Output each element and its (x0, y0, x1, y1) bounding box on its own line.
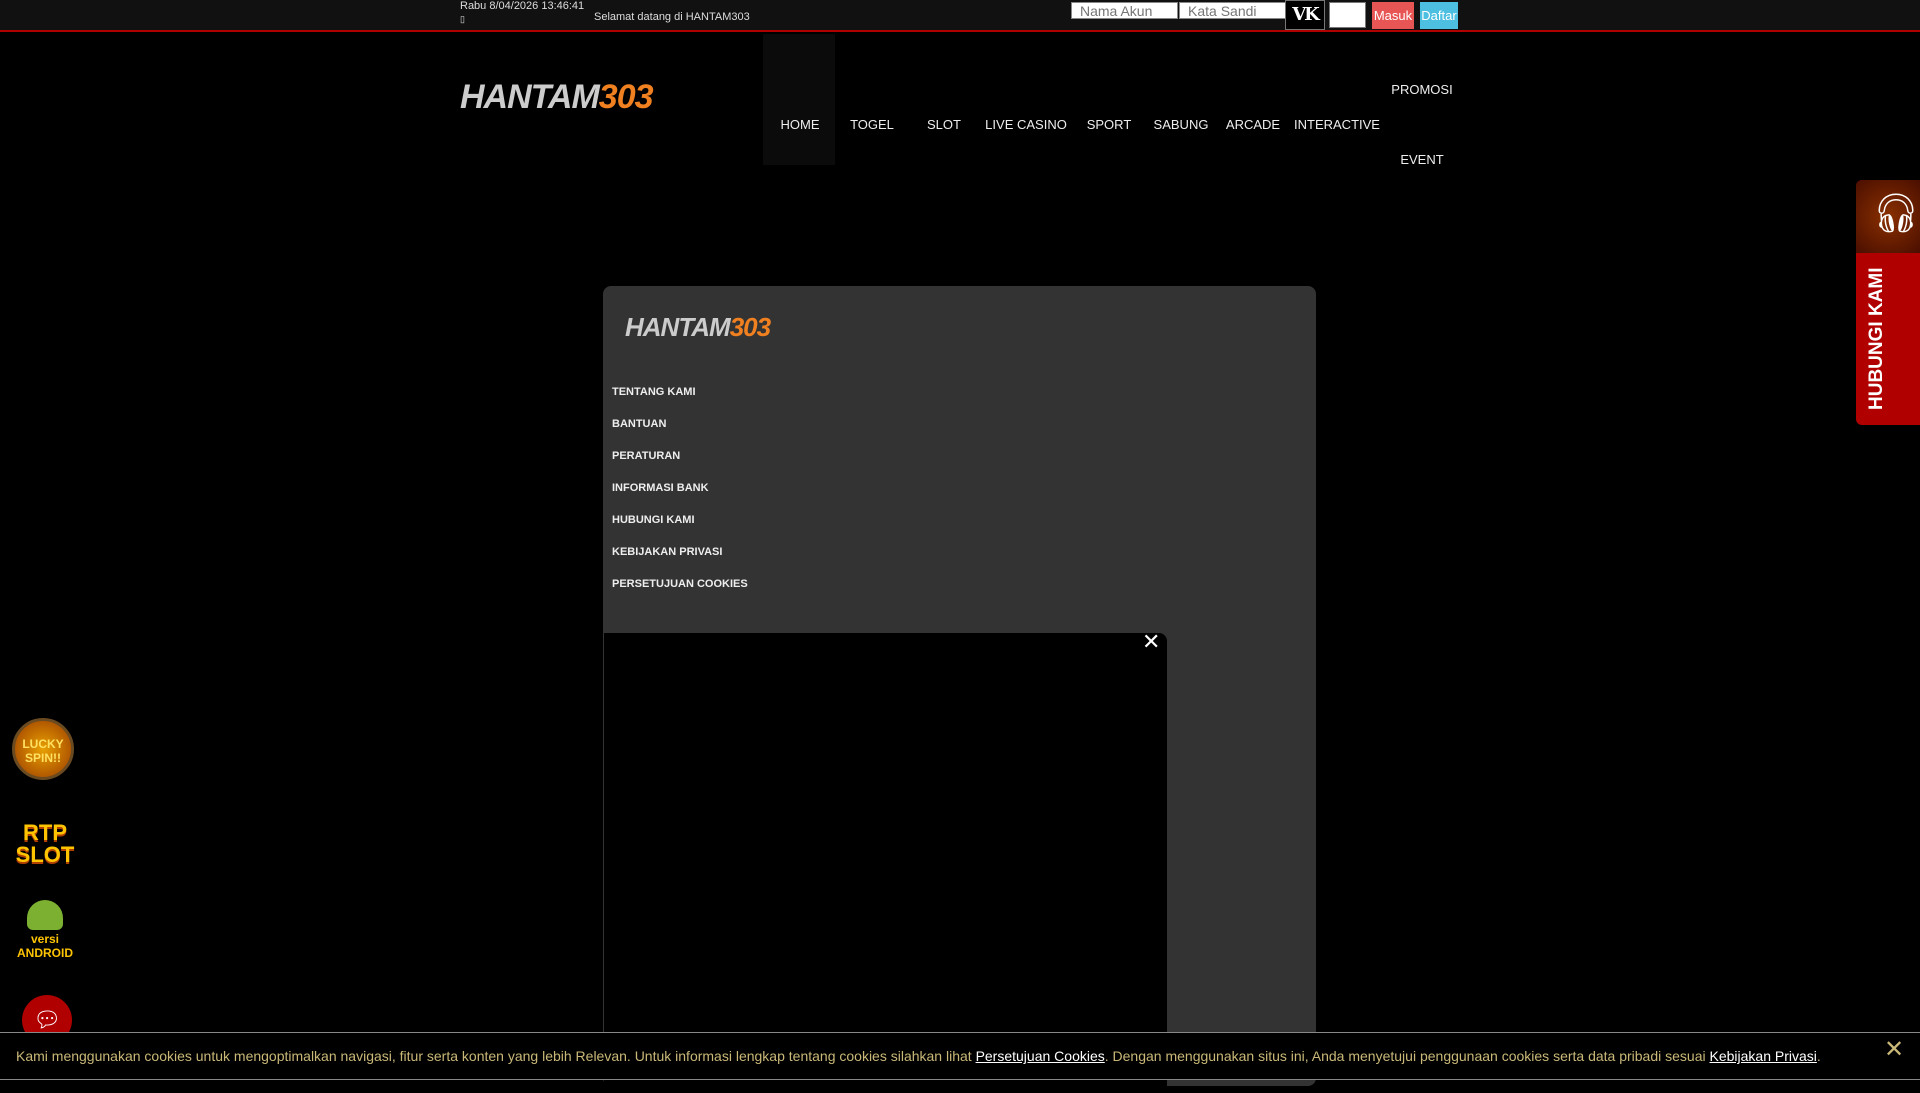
chat-icon: 💬︎ (33, 1007, 61, 1032)
logo-number: 303 (729, 312, 771, 342)
contact-label: HUBUNGI KAMI (1866, 267, 1887, 411)
top-bar: Rabu 8/04/2026 13:46:41 ▯ Selamat datang… (0, 0, 1920, 32)
datetime: Rabu 8/04/2026 13:46:41 (460, 0, 585, 12)
panel-logo: HANTAM303 (625, 312, 771, 343)
site-logo[interactable]: HANTAM303 (460, 78, 654, 117)
password-input[interactable] (1179, 2, 1286, 19)
cookie-text-3: . (1816, 1048, 1821, 1064)
nav-interactive[interactable]: INTERACTIVE (1294, 117, 1380, 132)
nav-event[interactable]: EVENT (1400, 152, 1443, 167)
panel-link-tentang-kami[interactable]: TENTANG KAMI (612, 386, 696, 398)
lucky-spin-button[interactable]: LUCKY SPIN!! (12, 718, 74, 780)
panel-link-hubungi-kami[interactable]: HUBUNGI KAMI (612, 514, 695, 526)
contact-widget[interactable]: 🎧︎ HUBUNGI KAMI (1856, 180, 1920, 425)
cookie-consent-link[interactable]: Persetujuan Cookies (976, 1048, 1105, 1064)
logo-text: HANTAM (625, 312, 731, 342)
close-icon[interactable]: ✕ (1884, 1035, 1904, 1064)
android-label-2: ANDROID (17, 946, 73, 960)
nav-active-highlight (763, 34, 835, 165)
panel-link-kebijakan-privasi[interactable]: KEBIJAKAN PRIVASI (612, 546, 722, 558)
headset-icon: 🎧︎ (1872, 193, 1920, 235)
nav-slot[interactable]: SLOT (927, 117, 961, 132)
panel-link-persetujuan-cookies[interactable]: PERSETUJUAN COOKIES (612, 578, 748, 590)
nav-arcade[interactable]: ARCADE (1226, 117, 1280, 132)
nav-sabung[interactable]: SABUNG (1154, 117, 1209, 132)
captcha-input[interactable] (1329, 2, 1366, 28)
logo-number: 303 (598, 78, 654, 116)
panel-link-informasi-bank[interactable]: INFORMASI BANK (612, 482, 709, 494)
cookie-banner: Kami menggunakan cookies untuk mengoptim… (0, 1032, 1920, 1080)
captcha-image: VK (1285, 0, 1325, 30)
cookie-text: Kami menggunakan cookies untuk mengoptim… (16, 1048, 1821, 1064)
android-icon (27, 900, 63, 930)
nav-promosi[interactable]: PROMOSI (1391, 82, 1452, 97)
nav-sport[interactable]: SPORT (1087, 117, 1132, 132)
video-popup (604, 633, 1167, 1093)
panel-link-bantuan[interactable]: BANTUAN (612, 418, 666, 430)
rtp-slot-button[interactable]: RTP SLOT (12, 822, 78, 866)
welcome-text: Selamat datang di HANTAM303 (594, 11, 750, 23)
nav-togel[interactable]: TOGEL (850, 117, 894, 132)
nav-home[interactable]: HOME (781, 117, 820, 132)
register-button[interactable]: Daftar (1420, 2, 1458, 29)
logo-text: HANTAM (460, 78, 600, 116)
close-icon[interactable]: ✕ (1142, 629, 1160, 655)
android-label-1: versi (30, 932, 60, 946)
login-button[interactable]: Masuk (1372, 2, 1414, 29)
username-input[interactable] (1071, 2, 1178, 19)
privacy-policy-link[interactable]: Kebijakan Privasi (1710, 1048, 1817, 1064)
panel-link-peraturan[interactable]: PERATURAN (612, 450, 680, 462)
nav-live-casino[interactable]: LIVE CASINO (985, 117, 1067, 132)
clock-icon: ▯ (460, 14, 465, 24)
android-app-button[interactable]: versi ANDROID (12, 900, 78, 960)
cookie-text-2: . Dengan menggunakan situs ini, Anda men… (1104, 1048, 1710, 1064)
cookie-text-1: Kami menggunakan cookies untuk mengoptim… (16, 1048, 976, 1064)
